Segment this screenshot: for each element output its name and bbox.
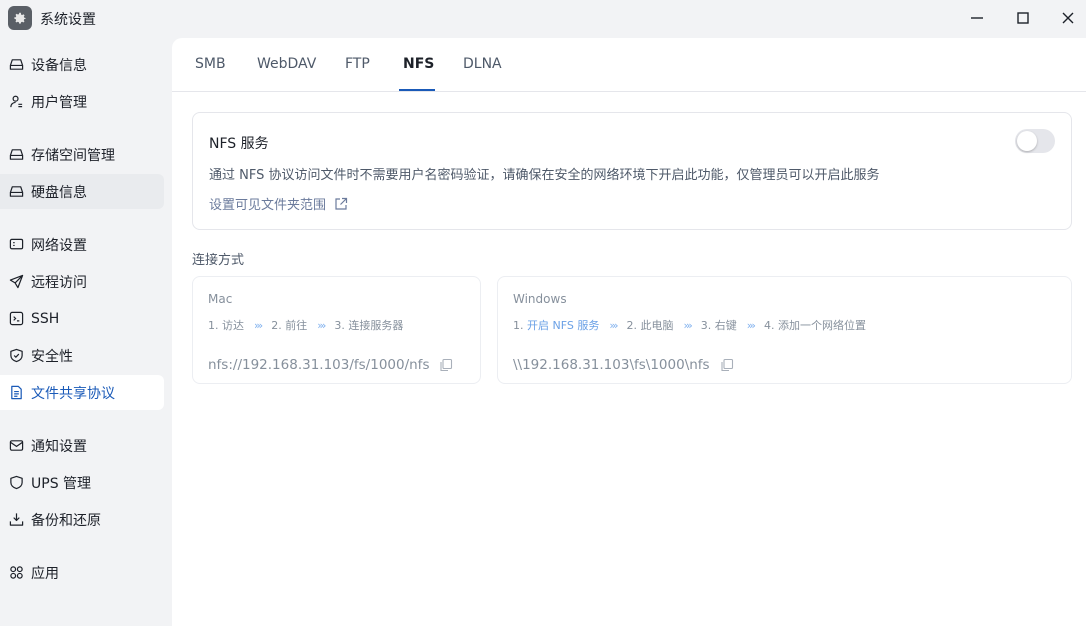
sidebar-item-label: 安全性: [31, 348, 73, 365]
minimize-icon: [971, 17, 983, 19]
protocol-tabs: SMB WebDAV FTP NFS DLNA: [172, 38, 1086, 92]
step-arrow-icon: ›››: [254, 318, 263, 332]
active-tab-indicator: [399, 89, 435, 91]
windows-step-4: 4. 添加一个网络位置: [763, 319, 866, 332]
sidebar-item-label: 远程访问: [31, 274, 87, 291]
sidebar-item-label: 存储空间管理: [31, 147, 115, 164]
windows-connection-card: Windows 1. 开启 NFS 服务 ››› 2. 此电脑 ››› 3. 右…: [497, 276, 1072, 384]
sidebar-item-notifications[interactable]: 通知设置: [0, 428, 164, 463]
windows-path-text: \\192.168.31.103\fs\1000\nfs: [513, 357, 710, 373]
tab-dlna[interactable]: DLNA: [463, 56, 502, 72]
close-icon: [1062, 12, 1074, 24]
nfs-service-title: NFS 服务: [209, 136, 269, 152]
windows-os-label: Windows: [513, 292, 567, 306]
windows-steps: 1. 开启 NFS 服务 ››› 2. 此电脑 ››› 3. 右键 ››› 4.…: [513, 317, 866, 333]
document-icon: [8, 385, 24, 401]
settings-app-icon: [8, 6, 32, 30]
sidebar-item-remote-access[interactable]: 远程访问: [0, 264, 164, 299]
sidebar-item-ssh[interactable]: SSH: [0, 301, 164, 336]
step-arrow-icon: ›››: [746, 318, 756, 332]
apps-icon: [8, 565, 24, 581]
sidebar-item-disk-info[interactable]: 硬盘信息: [0, 174, 164, 209]
drive-icon: [8, 147, 24, 163]
shield-check-icon: [8, 348, 24, 364]
windows-path: \\192.168.31.103\fs\1000\nfs: [513, 357, 734, 373]
maximize-icon: [1017, 12, 1029, 24]
step-arrow-icon: ›››: [683, 318, 693, 332]
tab-nfs[interactable]: NFS: [403, 56, 434, 72]
toggle-knob: [1017, 131, 1037, 151]
sidebar-item-label: 文件共享协议: [31, 385, 115, 402]
send-icon: [8, 274, 24, 290]
mac-connection-card: Mac 1. 访达 ››› 2. 前往 ››› 3. 连接服务器 nfs://1…: [192, 276, 481, 384]
tab-ftp[interactable]: FTP: [345, 56, 370, 72]
title-bar: 系统设置: [0, 0, 1086, 38]
sidebar-item-backup[interactable]: 备份和还原: [0, 502, 164, 537]
copy-icon[interactable]: [439, 358, 453, 372]
nfs-service-card: NFS 服务 通过 NFS 协议访问文件时不需要用户名密码验证，请确保在安全的网…: [192, 112, 1072, 230]
visible-folders-link[interactable]: 设置可见文件夹范围: [209, 194, 348, 213]
window-title: 系统设置: [40, 12, 96, 28]
shield-icon: [8, 475, 24, 491]
windows-step-3: 3. 右键: [700, 319, 737, 332]
mac-step-3: 3. 连接服务器: [334, 319, 404, 332]
sidebar-item-label: 备份和还原: [31, 512, 101, 529]
step-arrow-icon: ›››: [317, 318, 326, 332]
minimize-button[interactable]: [964, 6, 990, 30]
user-icon: [8, 94, 24, 110]
gear-icon: [14, 12, 26, 24]
copy-icon[interactable]: [720, 358, 734, 372]
sidebar-item-label: 用户管理: [31, 94, 87, 111]
mac-step-1: 1. 访达: [208, 319, 244, 332]
drive-icon: [8, 57, 24, 73]
enable-nfs-link[interactable]: 开启 NFS 服务: [527, 317, 599, 333]
nfs-service-description: 通过 NFS 协议访问文件时不需要用户名密码验证，请确保在安全的网络环境下开启此…: [209, 168, 880, 183]
sidebar-item-label: 网络设置: [31, 237, 87, 254]
mac-steps: 1. 访达 ››› 2. 前往 ››› 3. 连接服务器: [208, 317, 403, 333]
close-button[interactable]: [1055, 6, 1081, 30]
backup-icon: [8, 512, 24, 528]
step-arrow-icon: ›››: [609, 318, 618, 332]
drive-icon: [8, 184, 24, 200]
mac-path-text: nfs://192.168.31.103/fs/1000/nfs: [208, 357, 430, 373]
sidebar-item-network[interactable]: 网络设置: [0, 227, 164, 262]
sidebar-item-apps[interactable]: 应用: [0, 555, 164, 590]
main-panel: SMB WebDAV FTP NFS DLNA NFS 服务 通过 NFS 协议…: [172, 38, 1086, 626]
connection-section-title: 连接方式: [192, 253, 245, 268]
external-link-icon: [335, 197, 348, 210]
tab-webdav[interactable]: WebDAV: [257, 56, 316, 72]
windows-step-1-prefix: 1.: [513, 318, 527, 332]
nfs-service-toggle[interactable]: [1015, 129, 1055, 153]
sidebar-item-label: UPS 管理: [31, 475, 92, 492]
network-icon: [8, 237, 24, 253]
mac-path: nfs://192.168.31.103/fs/1000/nfs: [208, 357, 453, 373]
sidebar-item-label: 硬盘信息: [31, 184, 87, 201]
sidebar-item-ups[interactable]: UPS 管理: [0, 465, 164, 500]
sidebar-item-label: 通知设置: [31, 438, 87, 455]
sidebar-item-user-management[interactable]: 用户管理: [0, 84, 164, 119]
visible-folders-link-label: 设置可见文件夹范围: [209, 198, 327, 213]
sidebar-item-file-sharing[interactable]: 文件共享协议: [0, 375, 164, 410]
sidebar-item-label: 应用: [31, 565, 59, 582]
mac-os-label: Mac: [208, 292, 233, 306]
sidebar-item-storage[interactable]: 存储空间管理: [0, 137, 164, 172]
terminal-icon: [8, 311, 24, 327]
sidebar-item-label: 设备信息: [31, 57, 87, 74]
sidebar-item-security[interactable]: 安全性: [0, 338, 164, 373]
windows-step-2: 2. 此电脑: [626, 319, 674, 332]
tab-smb[interactable]: SMB: [195, 56, 226, 72]
mail-icon: [8, 438, 24, 454]
maximize-button[interactable]: [1010, 6, 1036, 30]
sidebar-item-label: SSH: [31, 310, 60, 327]
sidebar: 设备信息 用户管理 存储空间管理 硬盘信息 网络设置 远程访问 SSH 安全性 …: [0, 38, 172, 626]
sidebar-item-device-info[interactable]: 设备信息: [0, 47, 164, 82]
mac-step-2: 2. 前往: [271, 319, 308, 332]
